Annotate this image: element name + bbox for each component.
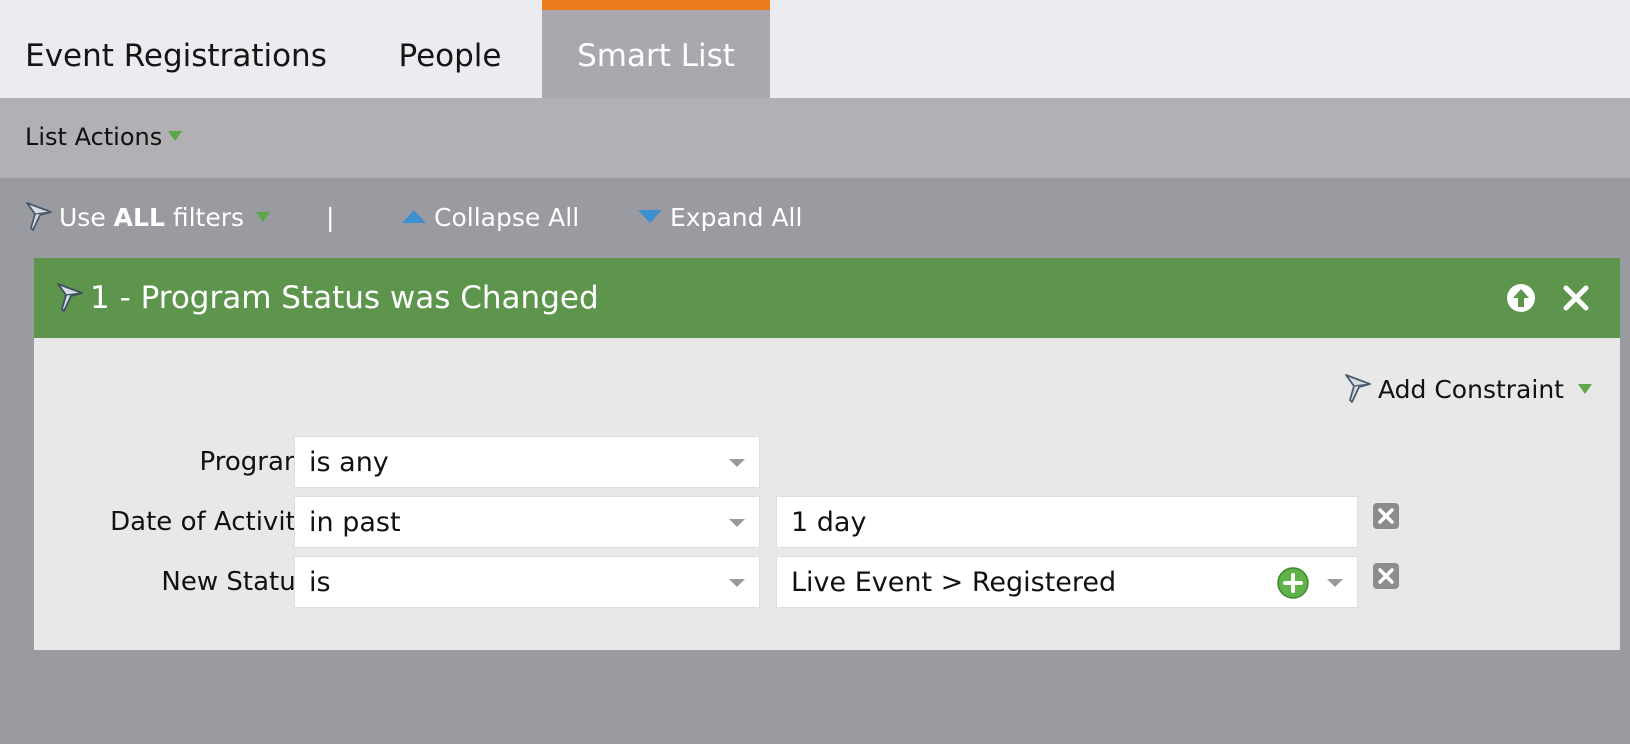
tab-bar: Event Registrations People Smart List — [0, 0, 1630, 98]
move-up-icon[interactable] — [1506, 283, 1536, 313]
chevron-down-icon — [729, 459, 745, 467]
chevron-down-icon — [729, 579, 745, 587]
program-operator-select[interactable]: is any — [294, 436, 760, 488]
filter-logic-dropdown[interactable]: Use ALL filters — [25, 198, 271, 238]
add-constraint-label: Add Constraint — [1378, 375, 1564, 404]
chevron-down-icon — [729, 519, 745, 527]
close-icon[interactable] — [1561, 283, 1591, 313]
filter-title-wrap: 1 - Program Status was Changed — [56, 278, 599, 318]
filter-header[interactable]: 1 - Program Status was Changed — [34, 258, 1620, 338]
chevron-down-icon — [256, 212, 271, 222]
toolbar-separator: | — [326, 203, 335, 232]
filter-logic-suffix: filters — [172, 203, 245, 232]
tab-event-registrations[interactable]: Event Registrations — [0, 0, 352, 98]
list-actions-menu[interactable]: List Actions — [25, 120, 183, 154]
chevron-down-icon — [168, 131, 183, 141]
remove-constraint-icon[interactable] — [1372, 502, 1400, 530]
filter-logic-mode: ALL — [113, 203, 165, 232]
filter-logic-prefix: Use — [59, 203, 106, 232]
add-value-icon[interactable] — [1277, 567, 1309, 599]
status-value: Live Event > Registered — [791, 567, 1117, 598]
date-value-input[interactable]: 1 day — [776, 496, 1358, 548]
remove-constraint-icon[interactable] — [1372, 562, 1400, 590]
collapse-all-label: Collapse All — [434, 203, 580, 232]
collapse-icon — [402, 209, 426, 223]
collapse-all-button[interactable]: Collapse All — [402, 198, 579, 238]
tab-people[interactable]: People — [368, 0, 532, 98]
filter-title: 1 - Program Status was Changed — [90, 280, 599, 316]
expand-all-label: Expand All — [670, 203, 803, 232]
list-actions-bar: List Actions — [0, 98, 1630, 178]
expand-icon — [638, 209, 662, 223]
status-operator-select[interactable]: is — [294, 556, 760, 608]
date-of-activity-label: Date of Activity: — [110, 507, 318, 537]
add-constraint-button[interactable]: Add Constraint — [1344, 372, 1592, 408]
expand-all-button[interactable]: Expand All — [638, 198, 802, 238]
funnel-icon — [1345, 374, 1371, 403]
chevron-down-icon — [1327, 579, 1343, 587]
date-operator-value: in past — [309, 507, 401, 538]
date-operator-select[interactable]: in past — [294, 496, 760, 548]
list-actions-label: List Actions — [25, 123, 163, 151]
status-value-select[interactable]: Live Event > Registered — [776, 556, 1358, 608]
filter-toolbar: Use ALL filters | Collapse All Expand Al… — [0, 198, 1630, 238]
status-operator-value: is — [309, 567, 331, 598]
funnel-icon — [57, 282, 83, 312]
filter-card: 1 - Program Status was Changed Add Const… — [34, 258, 1620, 650]
program-operator-value: is any — [309, 447, 389, 478]
funnel-icon — [26, 202, 52, 231]
chevron-down-icon — [1577, 384, 1592, 394]
tab-smart-list[interactable]: Smart List — [542, 0, 770, 98]
